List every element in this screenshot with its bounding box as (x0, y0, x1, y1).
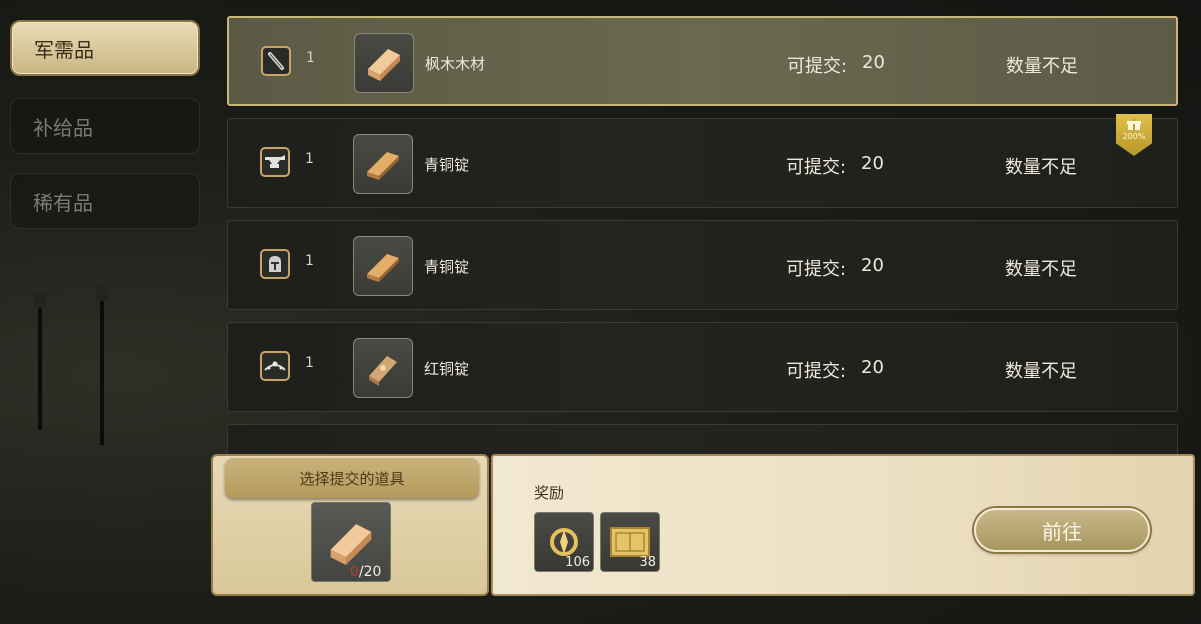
list-item[interactable]: 1 枫木木材 可提交: 20 数量不足 (227, 16, 1178, 106)
gold-ticket-icon[interactable]: 38 (600, 512, 660, 572)
submit-label: 可提交: (786, 157, 847, 178)
submit-value: 20 (861, 153, 884, 174)
submit-count: 0/20 (350, 564, 381, 580)
condition-count: 1 (305, 253, 314, 269)
status-text: 数量不足 (1006, 56, 1078, 77)
reward-count: 38 (639, 555, 656, 570)
tab-supplies[interactable]: 补给品 (10, 98, 200, 154)
maple-wood-icon[interactable] (354, 33, 414, 93)
knight-helmet-icon (260, 249, 290, 279)
item-name: 枫木木材 (425, 55, 486, 73)
reward-panel: 奖励 106 38 前往 (491, 454, 1195, 596)
submit-value: 20 (861, 255, 884, 276)
item-name: 青铜锭 (424, 156, 470, 174)
required-count: 20 (363, 564, 382, 580)
list-item[interactable]: 1 青铜锭 可提交: 20 数量不足 (227, 220, 1178, 310)
condition-count: 1 (305, 355, 314, 371)
anvil-icon (260, 147, 290, 177)
reward-count: 106 (565, 555, 590, 570)
reward-title: 奖励 (534, 484, 565, 502)
submit-value: 20 (861, 357, 884, 378)
tab-military-supplies[interactable]: 军需品 (10, 20, 200, 76)
submit-label: 可提交: (786, 361, 847, 382)
status-text: 数量不足 (1005, 157, 1077, 178)
submit-label: 可提交: (787, 56, 848, 77)
submit-panel-title: 选择提交的道具 (299, 469, 405, 488)
submit-value: 20 (862, 52, 885, 73)
tab-label: 稀有品 (33, 190, 93, 215)
condition-count: 1 (306, 50, 315, 66)
item-name: 青铜锭 (424, 258, 470, 276)
submit-panel-banner: 选择提交的道具 (225, 458, 479, 498)
submit-label: 可提交: (786, 259, 847, 280)
tab-label: 补给品 (33, 115, 93, 140)
current-count: 0 (350, 564, 359, 580)
status-text: 数量不足 (1005, 361, 1077, 382)
tab-label: 军需品 (34, 37, 94, 62)
list-item[interactable]: 1 红铜锭 可提交: 20 数量不足 (227, 322, 1178, 412)
tiara-icon (260, 351, 290, 381)
gold-emblem-icon[interactable]: 106 (534, 512, 594, 572)
dagger-icon (261, 46, 291, 76)
status-text: 数量不足 (1005, 259, 1077, 280)
go-button[interactable]: 前往 (974, 508, 1150, 552)
gift-icon (1127, 119, 1141, 130)
item-name: 红铜锭 (424, 360, 470, 378)
bronze-ingot-icon[interactable] (353, 134, 413, 194)
list-item[interactable]: 1 青铜锭 可提交: 20 数量不足 (227, 118, 1178, 208)
tab-rare-items[interactable]: 稀有品 (10, 173, 200, 229)
bonus-text: 200% (1122, 132, 1146, 141)
bronze-ingot-icon[interactable] (353, 236, 413, 296)
condition-count: 1 (305, 151, 314, 167)
submit-item-panel: 选择提交的道具 0/20 (211, 454, 489, 596)
copper-ingot-icon[interactable] (353, 338, 413, 398)
go-button-label: 前往 (1042, 519, 1082, 544)
